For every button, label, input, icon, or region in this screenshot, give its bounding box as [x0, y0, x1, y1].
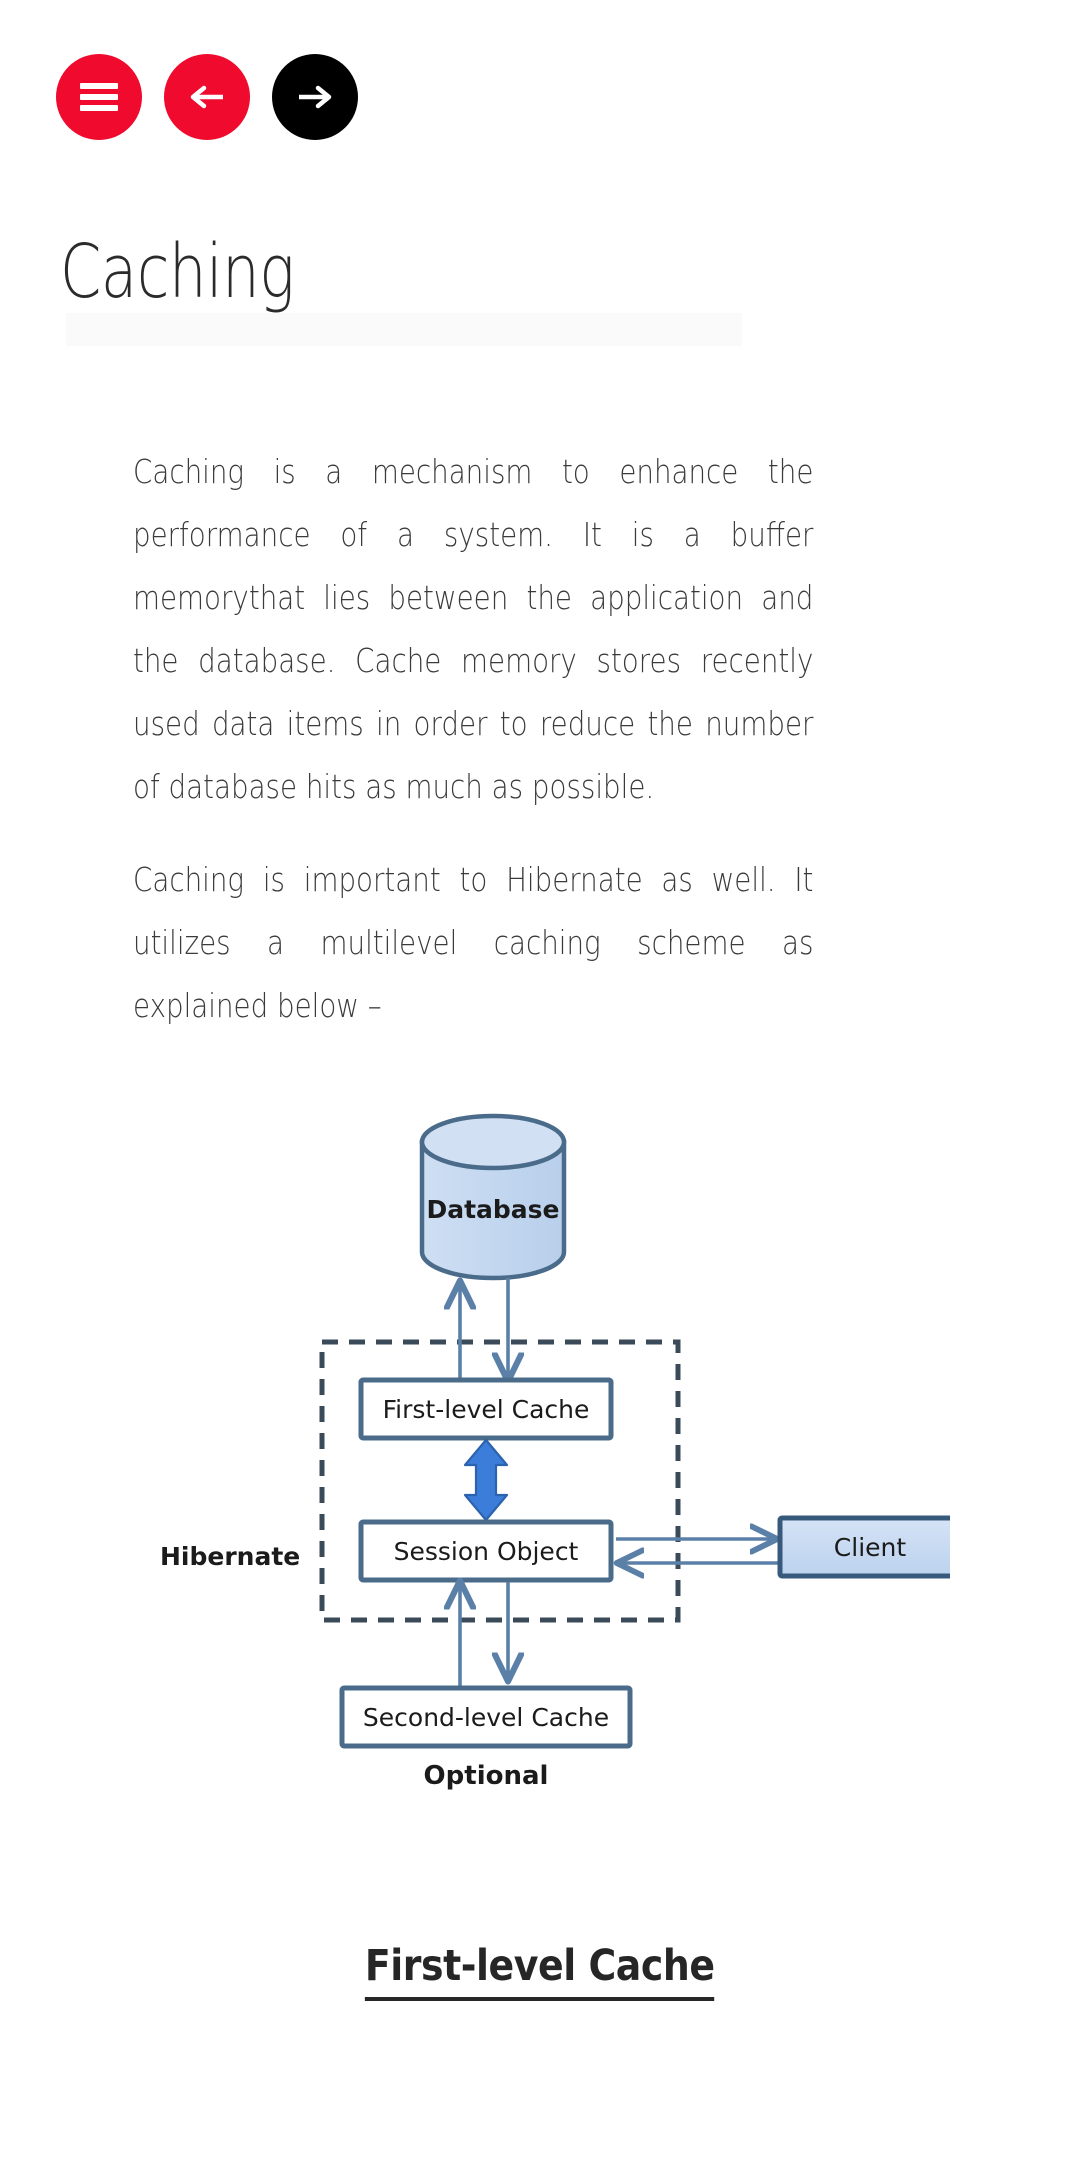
svg-text:Second-level Cache: Second-level Cache	[363, 1703, 609, 1732]
database-node: Database	[419, 1113, 567, 1281]
section-heading-text: First-level Cache	[365, 1941, 715, 2001]
session-object-node: Session Object	[358, 1519, 614, 1583]
second-level-cache-node: Second-level Cache	[339, 1685, 633, 1749]
paragraph: Caching is important to Hibernate as wel…	[133, 860, 814, 1025]
svg-text:First-level Cache: First-level Cache	[383, 1395, 590, 1424]
hibernate-boundary-label: Hibernate	[160, 1542, 300, 1571]
next-page-button[interactable]	[272, 54, 358, 140]
article-body: Caching is a mechanism to enhance the pe…	[133, 440, 813, 1037]
optional-label: Optional	[424, 1761, 549, 1791]
hamburger-menu-icon	[80, 83, 118, 111]
hamburger-menu-button[interactable]	[56, 54, 142, 140]
page-title: Caching	[60, 228, 295, 315]
paragraph: Caching is a mechanism to enhance the pe…	[133, 452, 814, 806]
svg-text:Client: Client	[834, 1533, 907, 1562]
svg-text:Database: Database	[426, 1195, 559, 1224]
arrow-left-icon	[187, 82, 227, 112]
first-level-cache-node: First-level Cache	[358, 1377, 614, 1441]
client-node: Client	[777, 1515, 950, 1579]
content-placeholder-bar	[66, 313, 742, 346]
cache-session-double-arrow	[463, 1438, 509, 1522]
arrow-right-icon	[295, 82, 335, 112]
svg-text:Session Object: Session Object	[394, 1537, 579, 1566]
top-toolbar	[56, 54, 358, 140]
previous-page-button[interactable]	[164, 54, 250, 140]
hibernate-caching-diagram: Database First-level Cache Session Objec…	[130, 1080, 950, 1840]
section-heading: First-level Cache	[0, 1941, 1080, 2001]
